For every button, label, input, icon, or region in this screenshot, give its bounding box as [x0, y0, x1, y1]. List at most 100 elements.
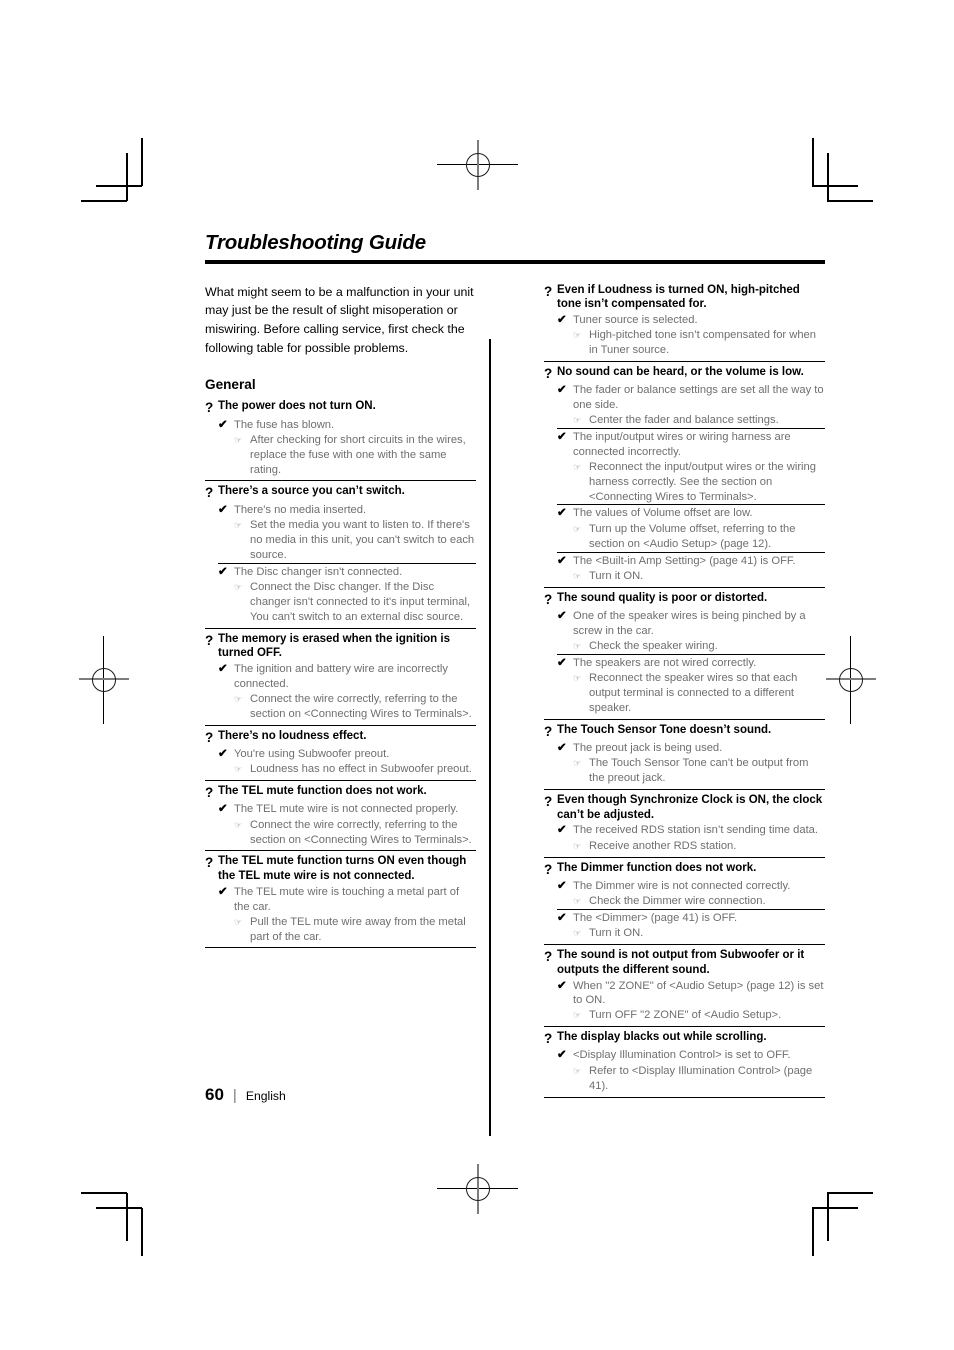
entry-question-text: The sound is not output from Subwoofer o…	[557, 949, 805, 976]
pointing-hand-icon: ☞	[573, 1010, 582, 1021]
entry-question-row: ? There’s a source you can’t switch.	[205, 484, 476, 501]
solution-text: Reconnect the input/output wires or the …	[589, 460, 816, 503]
checkmark-icon: ✔	[218, 418, 228, 431]
checkmark-icon: ✔	[557, 384, 567, 397]
cause-text: The <Dimmer> (page 41) is OFF.	[573, 911, 738, 924]
cause-group: ✔ The preout jack is being used. ☞ The Touc…	[557, 741, 825, 786]
entry-question-row: ? Even if Loudness is turned ON, high-pit…	[544, 283, 825, 312]
troubleshooting-entry: ? There’s no loudness effect. ✔ You're usin…	[205, 724, 476, 780]
pointing-hand-icon: ☞	[573, 523, 582, 534]
checkmark-icon: ✔	[557, 879, 567, 892]
cause-text: The Disc changer isn't connected.	[234, 565, 403, 578]
pointing-hand-icon: ☞	[573, 461, 582, 472]
page-footer: 60 | English	[205, 1085, 286, 1105]
solution-row: ☞ Turn up the Volume offset, referring to…	[573, 522, 825, 552]
crop-mark-top-left-inner-horizontal	[81, 200, 127, 202]
pointing-hand-icon: ☞	[573, 330, 582, 341]
crop-mark-bottom-left-inner-horizontal	[81, 1192, 127, 1194]
question-mark-icon: ?	[544, 861, 553, 877]
question-mark-icon: ?	[205, 785, 214, 801]
cause-row: ✔ The Disc changer isn't connected.	[218, 565, 476, 580]
troubleshooting-entry: ? The memory is erased when the ignition …	[205, 627, 476, 725]
troubleshooting-entry: ? There’s a source you can’t switch. ✔ Ther…	[205, 480, 476, 627]
question-mark-icon: ?	[205, 485, 214, 501]
crop-mark-top-left-outer-vertical	[141, 138, 143, 186]
troubleshooting-entry: ? The TEL mute function turns ON even tho…	[205, 850, 476, 949]
registration-mark-bottom-circle	[466, 1177, 490, 1201]
solution-row: ☞ Connect the wire correctly, referring t…	[234, 818, 476, 848]
registration-mark-top-circle	[466, 153, 490, 177]
solution-text: Turn up the Volume offset, referring to …	[589, 522, 796, 550]
entry-question-row: ? The power does not turn ON.	[205, 399, 476, 416]
entry-question-text: The sound quality is poor or distorted.	[557, 591, 768, 604]
solution-text: Refer to <Display Illumination Control> …	[589, 1064, 813, 1092]
solution-text: Turn it ON.	[589, 927, 644, 940]
question-mark-icon: ?	[205, 729, 214, 745]
cause-row: ✔ The input/output wires or wiring harnes…	[557, 430, 825, 460]
pointing-hand-icon: ☞	[234, 520, 243, 530]
solution-row: ☞ Loudness has no effect in Subwoofer pre…	[234, 762, 476, 777]
solution-text: High-pitched tone isn’t compensated for …	[589, 329, 816, 357]
cause-row: ✔ The TEL mute wire is not connected prop…	[218, 802, 476, 817]
question-mark-icon: ?	[544, 1031, 553, 1047]
solution-row: ☞ Connect the wire correctly, referring t…	[234, 692, 476, 722]
left-column-entry-list: ? The power does not turn ON. ✔ The fuse ha…	[205, 399, 476, 949]
checkmark-icon: ✔	[557, 609, 567, 622]
crop-mark-bottom-right-inner-horizontal	[827, 1192, 873, 1194]
cause-row: ✔ When "2 ZONE" of <Audio Setup> (page 12…	[557, 979, 825, 1009]
entry-question-text: The Dimmer function does not work.	[557, 861, 757, 874]
registration-mark-left-circle	[92, 668, 116, 692]
question-mark-icon: ?	[205, 400, 214, 416]
solution-text: Pull the TEL mute wire away from the met…	[250, 915, 466, 943]
crop-mark-top-right-inner-vertical	[827, 153, 829, 201]
two-column-layout: What might seem to be a malfunction in y…	[205, 283, 825, 1136]
solution-row: ☞ Reconnect the speaker wires so that eac…	[573, 671, 825, 716]
question-mark-icon: ?	[544, 366, 553, 382]
troubleshooting-entry: ? The sound quality is poor or distorted.…	[544, 586, 825, 719]
troubleshooting-entry: ? Even if Loudness is turned ON, high-pit…	[544, 283, 825, 362]
entry-question-text: The power does not turn ON.	[218, 400, 376, 413]
entry-question-row: ? No sound can be heard, or the volume is…	[544, 365, 825, 382]
solution-text: Reconnect the speaker wires so that each…	[589, 671, 798, 714]
troubleshooting-entry: ? Even though Synchronize Clock is ON, th…	[544, 788, 825, 857]
cause-text: The TEL mute wire is not connected prope…	[234, 803, 459, 816]
entry-question-row: ? The Dimmer function does not work.	[544, 861, 825, 878]
crop-mark-bottom-right-inner-vertical	[827, 1193, 829, 1241]
checkmark-icon: ✔	[218, 565, 228, 578]
checkmark-icon: ✔	[557, 507, 567, 520]
cause-group: ✔ The values of Volume offset are low. ☞ Tu…	[557, 504, 825, 551]
column-divider-rule	[489, 338, 491, 1136]
cause-text: The speakers are not wired correctly.	[573, 656, 757, 669]
checkmark-icon: ✔	[218, 885, 228, 898]
cause-row: ✔ The fader or balance settings are set a…	[557, 383, 825, 413]
solution-row: ☞ Connect the Disc changer. If the Disc c…	[234, 580, 476, 625]
pointing-hand-icon: ☞	[573, 928, 582, 939]
cause-row: ✔ The preout jack is being used.	[557, 741, 825, 756]
cause-text: The fuse has blown.	[234, 418, 335, 431]
cause-text: The input/output wires or wiring harness…	[573, 430, 791, 458]
checkmark-icon: ✔	[557, 824, 567, 837]
crop-mark-bottom-right-outer-vertical	[812, 1208, 814, 1256]
registration-mark-right-circle	[839, 668, 863, 692]
entry-question-row: ? The TEL mute function turns ON even tho…	[205, 854, 476, 883]
crop-mark-top-left-outer-horizontal	[96, 185, 142, 187]
question-mark-icon: ?	[544, 283, 553, 299]
entry-question-row: ? The Touch Sensor Tone doesn’t sound.	[544, 723, 825, 740]
troubleshooting-entry: ? The TEL mute function does not work. ✔ Th…	[205, 780, 476, 850]
cause-row: ✔ There's no media inserted.	[218, 503, 476, 518]
solution-text: Center the fader and balance settings.	[589, 414, 779, 427]
checkmark-icon: ✔	[218, 503, 228, 516]
checkmark-icon: ✔	[218, 747, 228, 760]
question-mark-icon: ?	[544, 723, 553, 739]
question-mark-icon: ?	[544, 949, 553, 965]
solution-row: ☞ Receive another RDS station.	[573, 839, 825, 854]
cause-group: ✔ You're using Subwoofer preout. ☞ Loudness…	[218, 747, 476, 777]
question-mark-icon: ?	[205, 855, 214, 871]
cause-text: You're using Subwoofer preout.	[234, 747, 390, 760]
solution-row: ☞ The Touch Sensor Tone can't be output f…	[573, 756, 825, 786]
pointing-hand-icon: ☞	[234, 693, 243, 704]
checkmark-icon: ✔	[218, 663, 228, 676]
pointing-hand-icon: ☞	[234, 434, 243, 445]
cause-group: ✔ The fader or balance settings are set a…	[557, 383, 825, 428]
checkmark-icon: ✔	[557, 313, 567, 326]
